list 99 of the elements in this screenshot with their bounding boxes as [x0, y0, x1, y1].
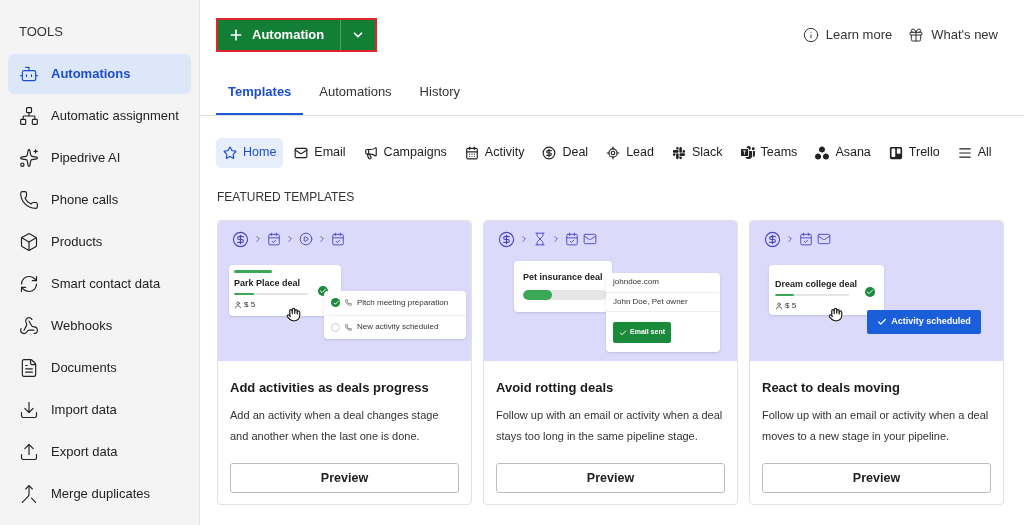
deal-value: $ 5: [785, 300, 797, 312]
section-title: FEATURED TEMPLATES: [216, 188, 356, 206]
sidebar-item[interactable]: Export data: [8, 431, 191, 472]
sidebar-item[interactable]: Import data: [8, 389, 191, 430]
webhook-icon: [19, 315, 39, 336]
task-label: Pitch meeting preparation: [357, 296, 449, 309]
tab[interactable]: Templates: [216, 82, 304, 115]
accent-line: [234, 269, 272, 273]
sidebar-item[interactable]: Smart contact data: [8, 263, 191, 304]
deal-value: $ 5: [244, 299, 256, 311]
preview-button[interactable]: Preview: [762, 463, 991, 493]
gift-icon: [908, 27, 925, 43]
task-label: New activity scheduled: [357, 321, 439, 333]
chevron-icon: [785, 234, 795, 244]
contact-name: John Doe, Pet owner: [606, 291, 720, 311]
category-filter[interactable]: Home: [216, 137, 284, 168]
category-filter[interactable]: Trello: [881, 137, 947, 168]
sidebar-item[interactable]: Automatic assignment: [8, 95, 191, 136]
new-automation-button[interactable]: Automation: [216, 18, 378, 52]
upload-icon: [19, 441, 39, 462]
sidebar-item[interactable]: Phone calls: [8, 179, 191, 220]
tab[interactable]: History: [407, 82, 473, 115]
calendar-icon: [799, 232, 813, 246]
dollar-icon: [764, 230, 781, 248]
dollar-icon: [542, 145, 557, 160]
tab[interactable]: Automations: [307, 82, 404, 115]
teams-icon: [740, 145, 755, 160]
check-icon: [865, 286, 875, 297]
card-title: Avoid rotting deals: [496, 378, 615, 397]
merge-icon: [19, 483, 39, 504]
phone-icon: [345, 299, 352, 306]
mail-icon: [817, 232, 831, 246]
plus-icon: [228, 27, 244, 43]
sparkles-icon: [19, 147, 39, 168]
card-description: Follow up with an email or activity when a deal moves to a new stage in your pipeline.: [762, 408, 990, 444]
megaphone-icon: [363, 145, 378, 160]
phone-icon: [345, 323, 352, 331]
card-title: Add activities as deals progress: [230, 378, 430, 397]
hourglass-icon: [533, 232, 547, 246]
sidebar-heading: TOOLS: [18, 23, 64, 41]
category-filter[interactable]: Deal: [535, 137, 596, 168]
info-icon: [802, 27, 819, 43]
star-icon: [223, 145, 237, 160]
category-filter[interactable]: Campaigns: [356, 137, 454, 168]
chevron-icon: [551, 234, 561, 244]
chevron-icon: [285, 234, 295, 244]
category-filter[interactable]: Activity: [457, 137, 532, 168]
sidebar-item[interactable]: Merge duplicates: [8, 473, 191, 514]
phone-icon: [19, 189, 39, 210]
chevron-icon: [317, 234, 327, 244]
calendar-icon: [565, 232, 579, 246]
category-filter[interactable]: Asana: [808, 137, 878, 168]
sidebar-item[interactable]: Webhooks: [8, 305, 191, 346]
category-filter[interactable]: Teams: [733, 137, 805, 168]
sidebar-item[interactable]: Documents: [8, 347, 191, 388]
calendar-icon: [267, 232, 281, 246]
category-filter[interactable]: All: [950, 137, 999, 168]
dollar-icon: [232, 230, 249, 248]
calendar-icon: [331, 232, 345, 246]
email-address: johndoe.com: [612, 276, 660, 288]
mail-icon: [583, 232, 597, 246]
deal-name: Pet insurance deal: [523, 270, 603, 284]
target-icon: [606, 145, 621, 160]
person-icon: [775, 302, 783, 310]
chevron-icon: [253, 234, 263, 244]
network-icon: [19, 105, 39, 126]
person-icon: [234, 301, 242, 309]
header-link[interactable]: What's new: [908, 25, 998, 45]
slack-icon: [671, 145, 686, 160]
deal-name: Park Place deal: [234, 276, 302, 290]
sidebar-item[interactable]: Products: [8, 221, 191, 262]
card-description: Follow up with an email or activity when a deal stays too long in the same pipeline stage.: [496, 408, 724, 444]
document-icon: [19, 357, 39, 378]
sidebar-item[interactable]: Automations: [8, 53, 191, 94]
category-filter[interactable]: Email: [287, 137, 353, 168]
sidebar-item[interactable]: Pipedrive AI: [8, 137, 191, 178]
trello-icon: [888, 145, 903, 160]
play-icon: [299, 232, 313, 246]
category-filter[interactable]: Slack: [664, 137, 730, 168]
check-icon: [877, 316, 888, 327]
preview-button[interactable]: Preview: [496, 463, 725, 493]
download-icon: [19, 399, 39, 420]
calendar-icon: [464, 145, 479, 160]
mail-icon: [294, 145, 309, 160]
box-icon: [19, 231, 39, 252]
card-description: Add an activity when a deal changes stage and another when the last one is done.: [230, 408, 440, 444]
preview-button[interactable]: Preview: [230, 463, 459, 493]
card-title: React to deals moving: [762, 378, 901, 397]
category-filter[interactable]: Lead: [599, 137, 661, 168]
check-icon: [619, 328, 627, 337]
button-label: Automation: [252, 26, 325, 45]
header-link[interactable]: Learn more: [802, 25, 893, 45]
dollar-icon: [498, 230, 515, 248]
chevron-icon: [519, 234, 529, 244]
deal-name: Dream college deal: [775, 277, 859, 291]
list-icon: [957, 145, 972, 160]
asana-icon: [815, 145, 830, 160]
refresh-icon: [19, 273, 39, 294]
badge-label: Activity scheduled: [891, 314, 971, 328]
